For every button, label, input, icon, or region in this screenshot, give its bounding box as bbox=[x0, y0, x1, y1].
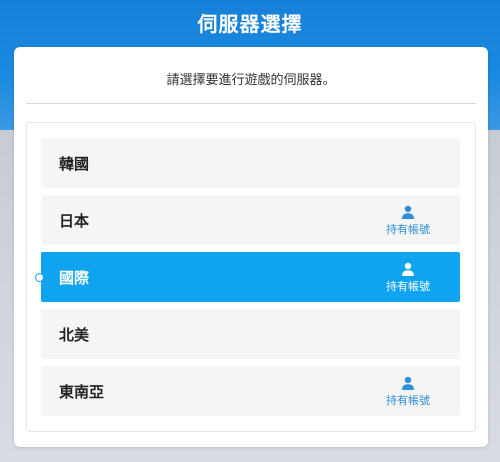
server-name: 韓國 bbox=[59, 155, 90, 173]
server-item-korea[interactable]: 韓國 bbox=[41, 138, 460, 188]
account-indicator: 持有帳號 bbox=[378, 205, 438, 237]
divider bbox=[26, 103, 476, 104]
account-indicator: 持有帳號 bbox=[378, 376, 438, 408]
person-icon bbox=[402, 262, 414, 276]
instruction-text: 請選擇要進行遊戲的伺服器。 bbox=[166, 73, 336, 88]
server-item-southeast-asia[interactable]: 東南亞 持有帳號 bbox=[41, 366, 460, 416]
person-icon bbox=[402, 205, 414, 219]
selection-dot bbox=[35, 273, 44, 282]
server-list: 韓國 日本 持有帳號 國際 持有帳號 北美 東南亞 持有帳號 bbox=[26, 122, 476, 432]
account-label: 持有帳號 bbox=[386, 223, 430, 236]
page-title: 伺服器選擇 bbox=[197, 12, 303, 36]
server-name: 國際 bbox=[59, 269, 90, 287]
server-item-international[interactable]: 國際 持有帳號 bbox=[35, 252, 460, 302]
account-label: 持有帳號 bbox=[386, 394, 430, 407]
server-item-japan[interactable]: 日本 持有帳號 bbox=[41, 195, 460, 245]
server-name: 日本 bbox=[59, 212, 90, 230]
person-icon bbox=[402, 376, 414, 390]
server-item-north-america[interactable]: 北美 bbox=[41, 309, 460, 359]
server-name: 北美 bbox=[59, 326, 90, 344]
server-name: 東南亞 bbox=[59, 383, 105, 401]
account-indicator: 持有帳號 bbox=[378, 262, 438, 294]
server-select-panel: 請選擇要進行遊戲的伺服器。 韓國 日本 持有帳號 國際 持有帳號 北美 東南亞 … bbox=[14, 47, 488, 447]
account-label: 持有帳號 bbox=[386, 280, 430, 293]
